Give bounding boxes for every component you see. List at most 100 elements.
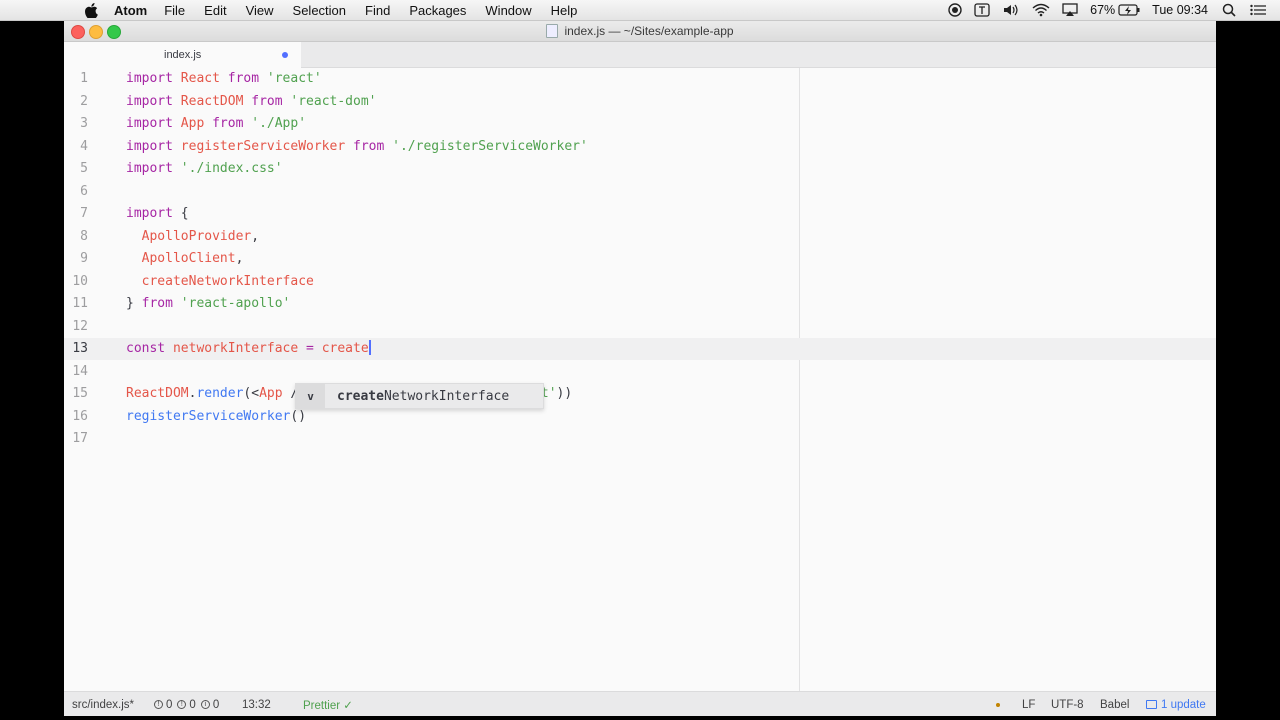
menu-find[interactable]: Find <box>365 3 390 18</box>
code-token: import <box>126 71 181 86</box>
line-number[interactable]: 12 <box>64 316 88 338</box>
code-line[interactable]: 3 import App from './App' <box>64 113 1216 135</box>
menu-file[interactable]: File <box>164 3 185 18</box>
line-number[interactable]: 5 <box>64 158 88 180</box>
screen-record-icon[interactable] <box>948 3 962 17</box>
menu-window[interactable]: Window <box>485 3 531 18</box>
volume-icon[interactable] <box>1002 3 1020 17</box>
menu-edit[interactable]: Edit <box>204 3 226 18</box>
line-number[interactable]: 4 <box>64 136 88 158</box>
code-text: import registerServiceWorker from './reg… <box>126 136 588 158</box>
code-text: const networkInterface = create <box>126 338 371 360</box>
wifi-icon[interactable] <box>1032 3 1050 17</box>
code-token: )) <box>556 386 573 401</box>
battery-icon[interactable] <box>1118 4 1140 16</box>
autocomplete-popup[interactable]: v createNetworkInterface <box>295 383 544 409</box>
code-line[interactable]: 6 <box>64 181 1216 203</box>
script-editor-icon[interactable] <box>974 3 990 17</box>
line-number[interactable]: 6 <box>64 181 88 203</box>
line-ending[interactable]: LF <box>1022 692 1035 716</box>
atom-window: index.js — ~/Sites/example-app index.js … <box>64 21 1216 716</box>
line-number[interactable]: 14 <box>64 361 88 383</box>
apple-menu-icon[interactable] <box>82 2 100 18</box>
prettier-status[interactable]: Prettier ✓ <box>303 692 353 716</box>
notification-center-icon[interactable] <box>1250 4 1266 16</box>
autocomplete-suggestion[interactable]: createNetworkInterface <box>337 389 509 404</box>
code-token: (< <box>243 386 260 401</box>
linter-counts[interactable]: ! 0 ! 0 i 0 <box>154 692 219 716</box>
code-line[interactable]: 14 <box>64 361 1216 383</box>
title-bar[interactable]: index.js — ~/Sites/example-app <box>64 21 1216 42</box>
line-number[interactable]: 17 <box>64 428 88 450</box>
autocomplete-match: create <box>337 388 384 404</box>
line-number[interactable]: 16 <box>64 406 88 428</box>
code-token: './index.css' <box>180 161 283 176</box>
status-file-path[interactable]: src/index.js* <box>72 692 134 716</box>
code-line[interactable]: 15ReactDOM.render(<App />, document.getE… <box>64 383 1216 405</box>
menu-bar: Atom File Edit View Selection Find Packa… <box>0 0 1280 21</box>
grammar[interactable]: Babel <box>1100 692 1129 716</box>
code-token: 'react-apollo' <box>180 296 291 311</box>
update-notice[interactable]: 1 update <box>1146 692 1206 716</box>
code-line[interactable]: 7 import { <box>64 203 1216 225</box>
code-token: = <box>306 341 314 356</box>
code-line[interactable]: 8 ApolloProvider, <box>64 226 1216 248</box>
line-number[interactable]: 1 <box>64 68 88 90</box>
code-line[interactable]: 13 const networkInterface = create <box>64 338 1216 360</box>
info-icon: i <box>200 700 210 709</box>
spotlight-search-icon[interactable] <box>1222 3 1236 17</box>
line-number[interactable]: 8 <box>64 226 88 248</box>
code-token: from <box>204 116 252 131</box>
menu-app-name[interactable]: Atom <box>114 3 147 18</box>
encoding[interactable]: UTF-8 <box>1051 692 1084 716</box>
code-line[interactable]: 2 import ReactDOM from 'react-dom' <box>64 91 1216 113</box>
code-line[interactable]: 5 import './index.css' <box>64 158 1216 180</box>
code-line[interactable]: 1 import React from 'react' <box>64 68 1216 90</box>
variable-type-badge: v <box>296 384 325 408</box>
line-number[interactable]: 11 <box>64 293 88 315</box>
line-number[interactable]: 7 <box>64 203 88 225</box>
line-number[interactable]: 2 <box>64 91 88 113</box>
airplay-icon[interactable] <box>1062 3 1078 17</box>
code-token: import <box>126 93 181 109</box>
code-line[interactable]: 12 <box>64 316 1216 338</box>
menu-view[interactable]: View <box>246 3 274 18</box>
code-line[interactable]: 17 <box>64 428 1216 450</box>
tab-index-js[interactable]: index.js <box>64 42 301 68</box>
code-token: ApolloProvider <box>141 228 252 244</box>
line-number[interactable]: 13 <box>64 338 88 360</box>
line-number[interactable]: 3 <box>64 113 88 135</box>
line-number[interactable]: 10 <box>64 271 88 293</box>
code-token: registerServiceWorker <box>126 408 291 424</box>
code-text: import ReactDOM from 'react-dom' <box>126 91 376 113</box>
modified-indicator-icon[interactable] <box>282 52 288 58</box>
code-token: createNetworkInterface <box>141 273 314 289</box>
error-icon: ! <box>154 700 163 709</box>
code-line[interactable]: 4 import registerServiceWorker from './re… <box>64 136 1216 158</box>
code-token: ApolloClient <box>141 251 236 266</box>
line-number[interactable]: 9 <box>64 248 88 270</box>
code-line[interactable]: 16 registerServiceWorker() <box>64 406 1216 428</box>
code-token: React <box>180 71 220 86</box>
error-count: 0 <box>166 698 173 711</box>
code-text: import { <box>126 203 189 225</box>
code-line[interactable]: 9 ApolloClient, <box>64 248 1216 270</box>
menu-selection[interactable]: Selection <box>293 3 346 18</box>
status-bar: src/index.js* ! 0 ! 0 i 0 13:32 Prettier… <box>64 691 1216 716</box>
code-text: import App from './App' <box>126 113 306 135</box>
menu-packages[interactable]: Packages <box>409 3 466 18</box>
code-token: registerServiceWorker <box>180 138 346 154</box>
line-number[interactable]: 15 <box>64 383 88 405</box>
code-editor[interactable]: 1 import React from 'react' 2 import ReactD… <box>64 68 1216 691</box>
clock[interactable]: Tue 09:34 <box>1152 3 1208 17</box>
code-line[interactable]: 11} from 'react-apollo' <box>64 293 1216 315</box>
code-text: import './index.css' <box>126 158 283 180</box>
window-title: index.js — ~/Sites/example-app <box>64 21 1216 41</box>
code-line[interactable]: 10 createNetworkInterface <box>64 271 1216 293</box>
code-text: createNetworkInterface <box>126 271 314 293</box>
menu-help[interactable]: Help <box>551 3 578 18</box>
cursor-position[interactable]: 13:32 <box>242 692 271 716</box>
code-token: 'react' <box>266 71 322 86</box>
